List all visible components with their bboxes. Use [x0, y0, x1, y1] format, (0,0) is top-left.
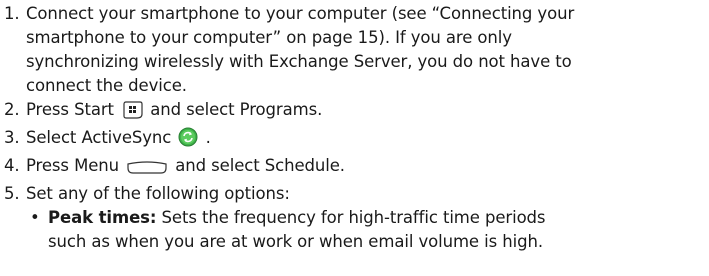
step-text: Press Start: [26, 100, 114, 119]
bullet: •: [30, 208, 40, 227]
step-number: 3.: [4, 128, 20, 147]
option-description: Sets the frequency for high-traffic time…: [161, 208, 546, 227]
step-text-line: connect the device.: [26, 76, 187, 95]
step-5: 5. Set any of the following options:: [0, 182, 709, 206]
step-text-line: Connect your smartphone to your computer…: [26, 4, 575, 23]
step-4: 4. Press Menu and select Schedule.: [0, 154, 709, 182]
step-text: Press Menu: [26, 156, 119, 175]
step-3: 3. Select ActiveSync .: [0, 126, 709, 154]
option-peak-times: • Peak times: Sets the frequency for hig…: [0, 206, 709, 254]
step-text: Select ActiveSync: [26, 128, 172, 147]
windows-start-key-icon: [121, 101, 143, 126]
option-term: Peak times:: [48, 208, 157, 227]
step-number: 2.: [4, 100, 20, 119]
step-text: and select Schedule.: [175, 156, 345, 175]
step-text-line: smartphone to your computer” on page 15)…: [26, 28, 512, 47]
step-text: Set any of the following options:: [26, 184, 290, 203]
step-1: 1. Connect your smartphone to your compu…: [0, 2, 709, 98]
step-text: .: [205, 128, 211, 147]
step-number: 4.: [4, 156, 20, 175]
activesync-icon: [178, 127, 198, 154]
menu-softkey-icon: [126, 158, 168, 182]
step-text-line: synchronizing wirelessly with Exchange S…: [26, 52, 572, 71]
step-text: and select Programs.: [150, 100, 323, 119]
instruction-page: 1. Connect your smartphone to your compu…: [0, 0, 709, 276]
option-description: such as when you are at work or when ema…: [48, 232, 543, 251]
step-number: 1.: [4, 4, 20, 23]
step-number: 5.: [4, 184, 20, 203]
step-2: 2. Press Start and select Programs.: [0, 98, 709, 126]
